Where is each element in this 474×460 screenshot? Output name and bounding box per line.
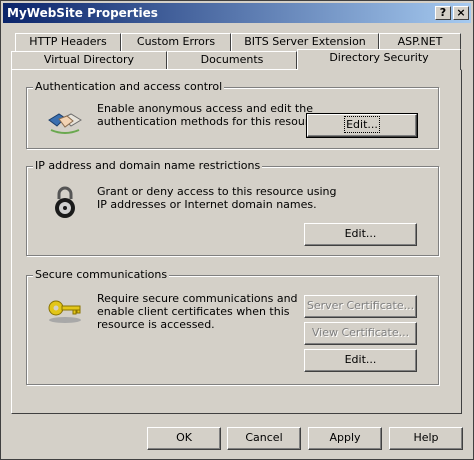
secure-edit-button[interactable]: Edit... xyxy=(304,349,417,372)
server-certificate-label: Server Certificate... xyxy=(306,299,415,312)
apply-button[interactable]: Apply xyxy=(308,427,382,450)
auth-group-legend: Authentication and access control xyxy=(33,80,225,93)
secure-desc-line1: Require secure communications and xyxy=(97,292,298,305)
cancel-button[interactable]: Cancel xyxy=(227,427,301,450)
title-bar[interactable]: MyWebSite Properties ? × xyxy=(3,3,471,23)
secure-desc-line3: resource is accessed. xyxy=(97,318,215,331)
secure-group: Secure communications Require secure com… xyxy=(26,268,439,385)
ip-desc-line1: Grant or deny access to this resource us… xyxy=(97,185,337,198)
ip-group-legend: IP address and domain name restrictions xyxy=(33,159,263,172)
secure-desc-line2: enable client certificates when this xyxy=(97,305,290,318)
ip-edit-label: Edit... xyxy=(344,227,377,240)
help-button[interactable]: ? xyxy=(435,6,451,20)
ip-edit-button[interactable]: Edit... xyxy=(304,223,417,246)
view-certificate-label: View Certificate... xyxy=(311,326,410,339)
apply-label: Apply xyxy=(329,431,361,444)
help-label: Help xyxy=(413,431,439,444)
auth-desc-line2: authentication methods for this resource… xyxy=(97,115,326,128)
secure-group-legend: Secure communications xyxy=(33,268,170,281)
auth-group: Authentication and access control Enable… xyxy=(26,80,439,149)
padlock-icon xyxy=(51,185,79,222)
ok-label: OK xyxy=(176,431,192,444)
tab-virtual-directory[interactable]: Virtual Directory xyxy=(11,51,167,69)
auth-edit-label: Edit... xyxy=(344,116,380,133)
tab-panel: Authentication and access control Enable… xyxy=(11,69,462,414)
view-certificate-button[interactable]: View Certificate... xyxy=(304,322,417,345)
tab-custom-errors[interactable]: Custom Errors xyxy=(121,33,231,51)
tab-http-headers[interactable]: HTTP Headers xyxy=(15,33,121,51)
auth-edit-button[interactable]: Edit... xyxy=(306,113,418,138)
properties-dialog: MyWebSite Properties ? × HTTP Headers Cu… xyxy=(0,0,474,460)
ip-desc-line2: IP addresses or Internet domain names. xyxy=(97,198,317,211)
ok-button[interactable]: OK xyxy=(147,427,221,450)
cancel-label: Cancel xyxy=(245,431,283,444)
auth-desc-line1: Enable anonymous access and edit the xyxy=(97,102,313,115)
key-icon xyxy=(47,296,83,327)
secure-edit-label: Edit... xyxy=(344,353,377,366)
tab-directory-security[interactable]: Directory Security xyxy=(297,49,461,70)
tab-documents[interactable]: Documents xyxy=(167,51,297,69)
ip-group: IP address and domain name restrictions … xyxy=(26,159,439,256)
help-footer-button[interactable]: Help xyxy=(389,427,463,450)
handshake-icon xyxy=(47,106,83,139)
window-title: MyWebSite Properties xyxy=(7,6,158,20)
server-certificate-button[interactable]: Server Certificate... xyxy=(304,295,417,318)
close-button[interactable]: × xyxy=(453,6,469,20)
